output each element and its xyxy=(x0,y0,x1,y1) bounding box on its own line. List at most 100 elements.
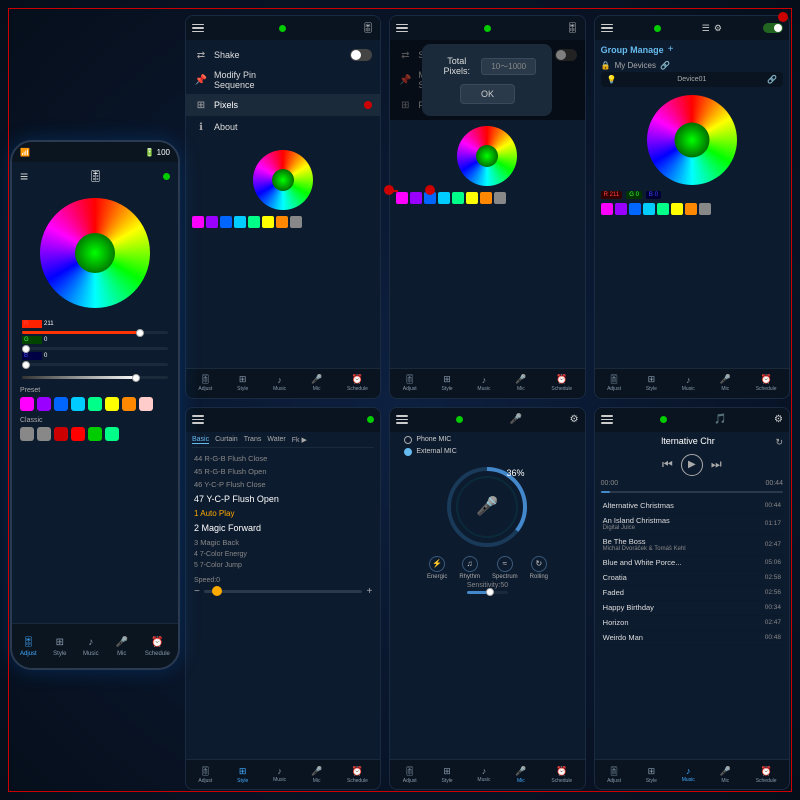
panel3-color-wheel[interactable] xyxy=(647,95,737,185)
tab-water[interactable]: Water xyxy=(267,436,285,444)
shake-row[interactable]: ⇄ Shake xyxy=(186,44,380,66)
swatch[interactable] xyxy=(657,203,669,215)
sensitivity-thumb[interactable] xyxy=(486,588,494,596)
phone-nav-style[interactable]: ⊞ Style xyxy=(53,635,67,657)
mic-mode-rolling[interactable]: ↻ Rolling xyxy=(530,556,548,580)
swatch[interactable] xyxy=(438,192,450,204)
swatch[interactable] xyxy=(276,216,288,228)
swatch[interactable] xyxy=(206,216,218,228)
p3-nav-style[interactable]: ⊞ Style xyxy=(646,374,657,392)
modify-pin-row[interactable]: 📌 Modify PinSequence xyxy=(186,66,380,94)
classic-colors[interactable] xyxy=(20,427,170,441)
swatch[interactable] xyxy=(643,203,655,215)
repeat-icon[interactable]: ↻ xyxy=(775,437,783,448)
prev-button[interactable]: ⏮ xyxy=(662,457,673,472)
mode-4[interactable]: 4 7-Color Energy xyxy=(192,549,374,560)
b-slider[interactable] xyxy=(22,363,168,366)
brightness-slider[interactable] xyxy=(22,376,168,379)
panel2-color-wheel[interactable] xyxy=(457,126,517,186)
add-group-button[interactable]: + xyxy=(668,44,674,55)
p3-nav-adjust[interactable]: 🎚 Adjust xyxy=(607,374,621,392)
classic-swatch[interactable] xyxy=(71,427,85,441)
phone-nav-mic[interactable]: 🎤 Mic xyxy=(115,635,129,657)
speed-slider[interactable] xyxy=(204,590,363,593)
swatch[interactable] xyxy=(262,216,274,228)
p2-nav-style[interactable]: ⊞ Style xyxy=(441,374,452,392)
panel5-gear-icon[interactable]: ⚙ xyxy=(570,414,579,425)
phone-top-bar[interactable]: ≡ 🎚 xyxy=(12,162,178,190)
shake-toggle[interactable] xyxy=(350,49,372,61)
p2-nav-music[interactable]: ♪ Music xyxy=(477,375,490,392)
p2-nav-mic[interactable]: 🎤 Mic xyxy=(515,374,526,392)
classic-swatch[interactable] xyxy=(37,427,51,441)
song-blue-white[interactable]: Blue and White Porce... 05:06 xyxy=(601,556,783,571)
tab-basic[interactable]: Basic xyxy=(192,436,209,444)
p5-nav-style[interactable]: ⊞ Style xyxy=(441,766,452,784)
tab-fk[interactable]: Fk ▶ xyxy=(292,436,307,444)
p4-nav-music[interactable]: ♪ Music xyxy=(273,766,286,783)
swatch[interactable] xyxy=(629,203,641,215)
p2-nav-adjust[interactable]: 🎚 Adjust xyxy=(403,374,417,392)
mode-46[interactable]: 46 Y-C-P Flush Close xyxy=(192,478,374,491)
tab-curtain[interactable]: Curtain xyxy=(215,436,238,444)
brightness-thumb[interactable] xyxy=(132,374,140,382)
song-alternative-christmas[interactable]: Alternative Christmas 00:44 xyxy=(601,499,783,514)
p6-nav-adjust[interactable]: 🎚 Adjust xyxy=(607,766,621,784)
preset-swatch[interactable] xyxy=(71,397,85,411)
p5-nav-music[interactable]: ♪ Music xyxy=(477,766,490,783)
p2-nav-schedule[interactable]: ⏰ Schedule xyxy=(551,374,572,392)
preset-swatch[interactable] xyxy=(20,397,34,411)
p5-nav-schedule[interactable]: ⏰ Schedule xyxy=(551,766,572,784)
g-slider-thumb[interactable] xyxy=(22,345,30,353)
phone-nav-adjust[interactable]: 🎚 Adjust xyxy=(20,635,37,657)
phone-mic-option[interactable]: Phone MIC xyxy=(404,436,456,444)
swatch[interactable] xyxy=(466,192,478,204)
song-horizon[interactable]: Horizon 02:47 xyxy=(601,616,783,631)
pixels-input[interactable]: 10～1000 xyxy=(481,58,537,75)
preset-swatch[interactable] xyxy=(139,397,153,411)
swatch[interactable] xyxy=(615,203,627,215)
preset-swatch[interactable] xyxy=(54,397,68,411)
phone-nav-music[interactable]: ♪ Music xyxy=(83,635,99,657)
preset-swatch[interactable] xyxy=(37,397,51,411)
mode-3[interactable]: 3 Magic Back xyxy=(192,536,374,549)
song-faded[interactable]: Faded 02:56 xyxy=(601,586,783,601)
panel6-gear-icon[interactable]: ⚙ xyxy=(774,414,783,425)
p1-nav-schedule[interactable]: ⏰ Schedule xyxy=(347,374,368,392)
external-mic-option[interactable]: External MIC xyxy=(404,448,456,456)
panel2-hamburger[interactable] xyxy=(396,24,408,33)
p1-nav-style[interactable]: ⊞ Style xyxy=(237,374,248,392)
swatch[interactable] xyxy=(396,192,408,204)
classic-swatch[interactable] xyxy=(105,427,119,441)
mic-mode-energic[interactable]: ⚡ Energic xyxy=(427,556,447,580)
external-mic-radio[interactable] xyxy=(404,448,412,456)
mic-mode-rhythm[interactable]: ♫ Rhythm xyxy=(459,556,480,580)
hamburger-icon[interactable]: ≡ xyxy=(20,168,28,184)
song-be-the-boss[interactable]: Be The Boss Michal Dvoráček & Tomáš Kehl… xyxy=(601,535,783,556)
p3-nav-music[interactable]: ♪ Music xyxy=(682,375,695,392)
color-wheel[interactable] xyxy=(40,198,150,308)
p1-nav-music[interactable]: ♪ Music xyxy=(273,375,286,392)
swatch[interactable] xyxy=(220,216,232,228)
p1-nav-adjust[interactable]: 🎚 Adjust xyxy=(198,374,212,392)
color-wheel-section[interactable] xyxy=(12,190,178,316)
mode-1-autoplay[interactable]: 1 Auto Play xyxy=(192,507,374,520)
phone-nav-schedule[interactable]: ⏰ Schedule xyxy=(145,635,170,657)
classic-swatch[interactable] xyxy=(88,427,102,441)
p5-nav-adjust[interactable]: 🎚 Adjust xyxy=(403,766,417,784)
swatch[interactable] xyxy=(699,203,711,215)
tab-trans[interactable]: Trans xyxy=(244,436,262,444)
swatch[interactable] xyxy=(248,216,260,228)
panel3-gear-icon[interactable]: ⚙ xyxy=(714,23,722,34)
r-slider[interactable] xyxy=(22,331,168,334)
panel4-hamburger[interactable] xyxy=(192,415,204,424)
mode-45[interactable]: 45 R-G-B Flush Open xyxy=(192,465,374,478)
panel1-color-wheel[interactable] xyxy=(253,150,313,210)
swatch[interactable] xyxy=(410,192,422,204)
p5-nav-mic[interactable]: 🎤 Mic xyxy=(515,766,526,784)
swatch[interactable] xyxy=(234,216,246,228)
p4-nav-schedule[interactable]: ⏰ Schedule xyxy=(347,766,368,784)
mode-47[interactable]: 47 Y-C-P Flush Open xyxy=(192,491,374,507)
mode-44[interactable]: 44 R-G-B Flush Close xyxy=(192,452,374,465)
panel6-hamburger[interactable] xyxy=(601,415,613,424)
